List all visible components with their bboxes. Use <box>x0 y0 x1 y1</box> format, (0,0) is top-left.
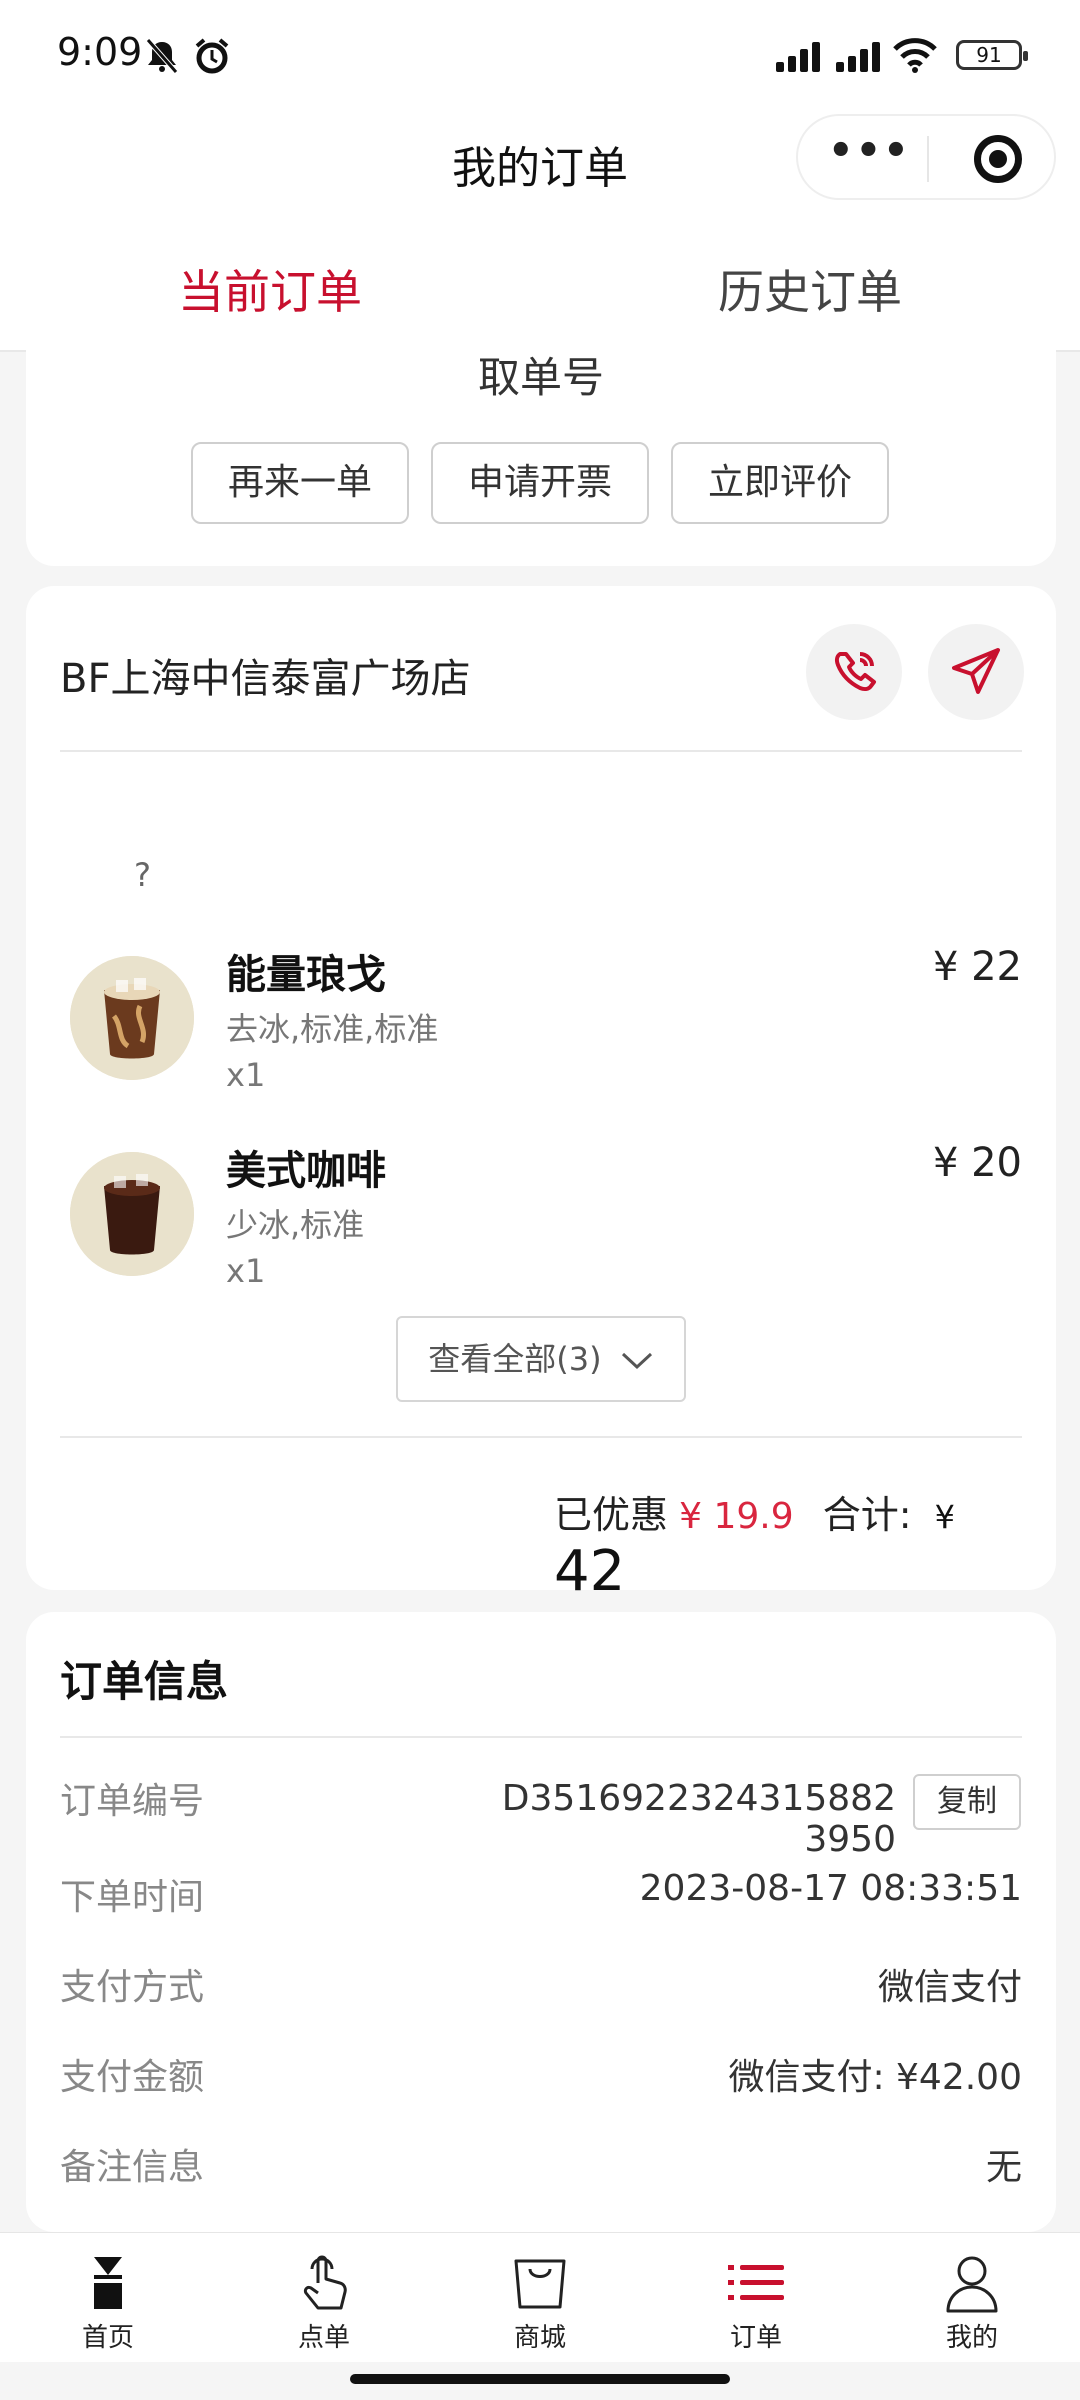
tab-history-orders[interactable]: 历史订单 <box>540 256 1080 322</box>
total-label: 合计: <box>822 1493 912 1537</box>
navigate-store-button[interactable] <box>928 624 1024 720</box>
tabbar-item-profile[interactable]: 我的 <box>864 2233 1080 2363</box>
invoice-button[interactable]: 申请开票 <box>431 442 649 524</box>
payment-amount-label: 支付金额 <box>60 2057 205 2098</box>
product-price: ¥ 20 <box>932 1140 1022 1186</box>
order-summary: 已优惠 ¥ 19.9 合计: ¥ 42 <box>554 1484 994 1604</box>
remark-value: 无 <box>985 2147 1022 2188</box>
divider <box>60 1736 1022 1738</box>
alarm-icon <box>192 36 232 80</box>
navigation-arrow-icon <box>952 648 1000 694</box>
total-value: 42 <box>554 1539 626 1604</box>
payment-amount-value: 微信支付: ¥42.00 <box>728 2057 1022 2098</box>
tabbar-item-orders[interactable]: 订单 <box>648 2233 864 2363</box>
tabbar-label: 我的 <box>945 2323 998 2353</box>
discount-value: ¥ 19.9 <box>679 1496 794 1537</box>
store-name: BF上海中信泰富广场店 <box>60 656 471 702</box>
order-detail-card: BF上海中信泰富广场店 ? 能量琅戈 去冰,标准,标准 x1 ¥ 22 美式咖啡… <box>26 586 1056 1604</box>
total-currency: ¥ <box>934 1498 955 1536</box>
product-spec: 去冰,标准,标准 <box>226 1010 439 1048</box>
placeholder-text: ? <box>134 856 151 894</box>
product-quantity: x1 <box>226 1252 266 1290</box>
status-bar: 9:09 91 <box>0 0 1080 112</box>
order-number-value: D3516922324315882 3950 <box>501 1778 896 1860</box>
payment-method-label: 支付方式 <box>60 1967 205 2008</box>
order-time-label: 下单时间 <box>60 1877 205 1918</box>
view-all-button[interactable]: 查看全部(3) <box>396 1316 686 1402</box>
order-number-label: 订单编号 <box>60 1781 205 1822</box>
order-info-title: 订单信息 <box>60 1657 229 1706</box>
order-info-card: 订单信息 订单编号 D3516922324315882 3950 复制 下单时间… <box>26 1612 1056 2232</box>
reorder-button[interactable]: 再来一单 <box>191 442 409 524</box>
tab-current-orders[interactable]: 当前订单 <box>0 256 540 322</box>
signal-icon <box>774 38 904 78</box>
more-dots-icon[interactable]: ••• <box>828 128 909 174</box>
phone-icon <box>834 652 876 692</box>
target-icon[interactable] <box>974 135 1022 183</box>
product-name: 美式咖啡 <box>226 1148 386 1194</box>
product-image <box>70 1152 194 1276</box>
discount-label: 已优惠 <box>554 1493 669 1537</box>
product-spec: 少冰,标准 <box>226 1206 365 1244</box>
remark-label: 备注信息 <box>60 2147 205 2188</box>
tabbar-label: 点单 <box>297 2323 350 2353</box>
product-image <box>70 956 194 1080</box>
shopping-bag-icon <box>514 2259 566 2309</box>
product-price: ¥ 22 <box>932 944 1022 990</box>
order-list-icon <box>728 2265 784 2300</box>
divider <box>60 1436 1022 1438</box>
bottom-tab-bar: 首页 点单 商城 订单 我的 <box>0 2232 1080 2362</box>
status-time: 9:09 <box>57 30 143 74</box>
view-all-label: 查看全部(3) <box>428 1340 602 1378</box>
payment-method-value: 微信支付 <box>877 1967 1022 2008</box>
battery-indicator: 91 <box>956 40 1028 70</box>
wifi-icon <box>892 36 938 78</box>
divider <box>60 750 1022 752</box>
tabbar-label: 商城 <box>513 2323 566 2353</box>
mute-icon <box>142 36 182 80</box>
navbar: 我的订单 ••• <box>0 112 1080 232</box>
product-quantity: x1 <box>226 1056 266 1094</box>
tap-hand-icon <box>303 2255 347 2310</box>
home-indicator[interactable] <box>350 2374 730 2384</box>
pickup-card: 取单号 再来一单 申请开票 立即评价 <box>26 330 1056 566</box>
person-icon <box>946 2256 998 2313</box>
chevron-down-icon <box>621 1352 652 1370</box>
pickup-number-label: 取单号 <box>477 353 604 402</box>
review-button[interactable]: 立即评价 <box>671 442 889 524</box>
order-time-value: 2023-08-17 08:33:51 <box>639 1868 1022 1909</box>
tabbar-item-home[interactable]: 首页 <box>0 2233 216 2363</box>
capsule-divider <box>927 136 929 182</box>
product-name: 能量琅戈 <box>226 952 386 998</box>
tabbar-label: 订单 <box>729 2323 782 2353</box>
mini-program-capsule: ••• <box>796 114 1056 200</box>
copy-order-number-button[interactable]: 复制 <box>913 1774 1021 1830</box>
call-store-button[interactable] <box>806 624 902 720</box>
tabbar-item-order-menu[interactable]: 点单 <box>216 2233 432 2363</box>
tabbar-item-mall[interactable]: 商城 <box>432 2233 648 2363</box>
tabbar-label: 首页 <box>81 2323 134 2353</box>
home-icon <box>94 2257 122 2309</box>
